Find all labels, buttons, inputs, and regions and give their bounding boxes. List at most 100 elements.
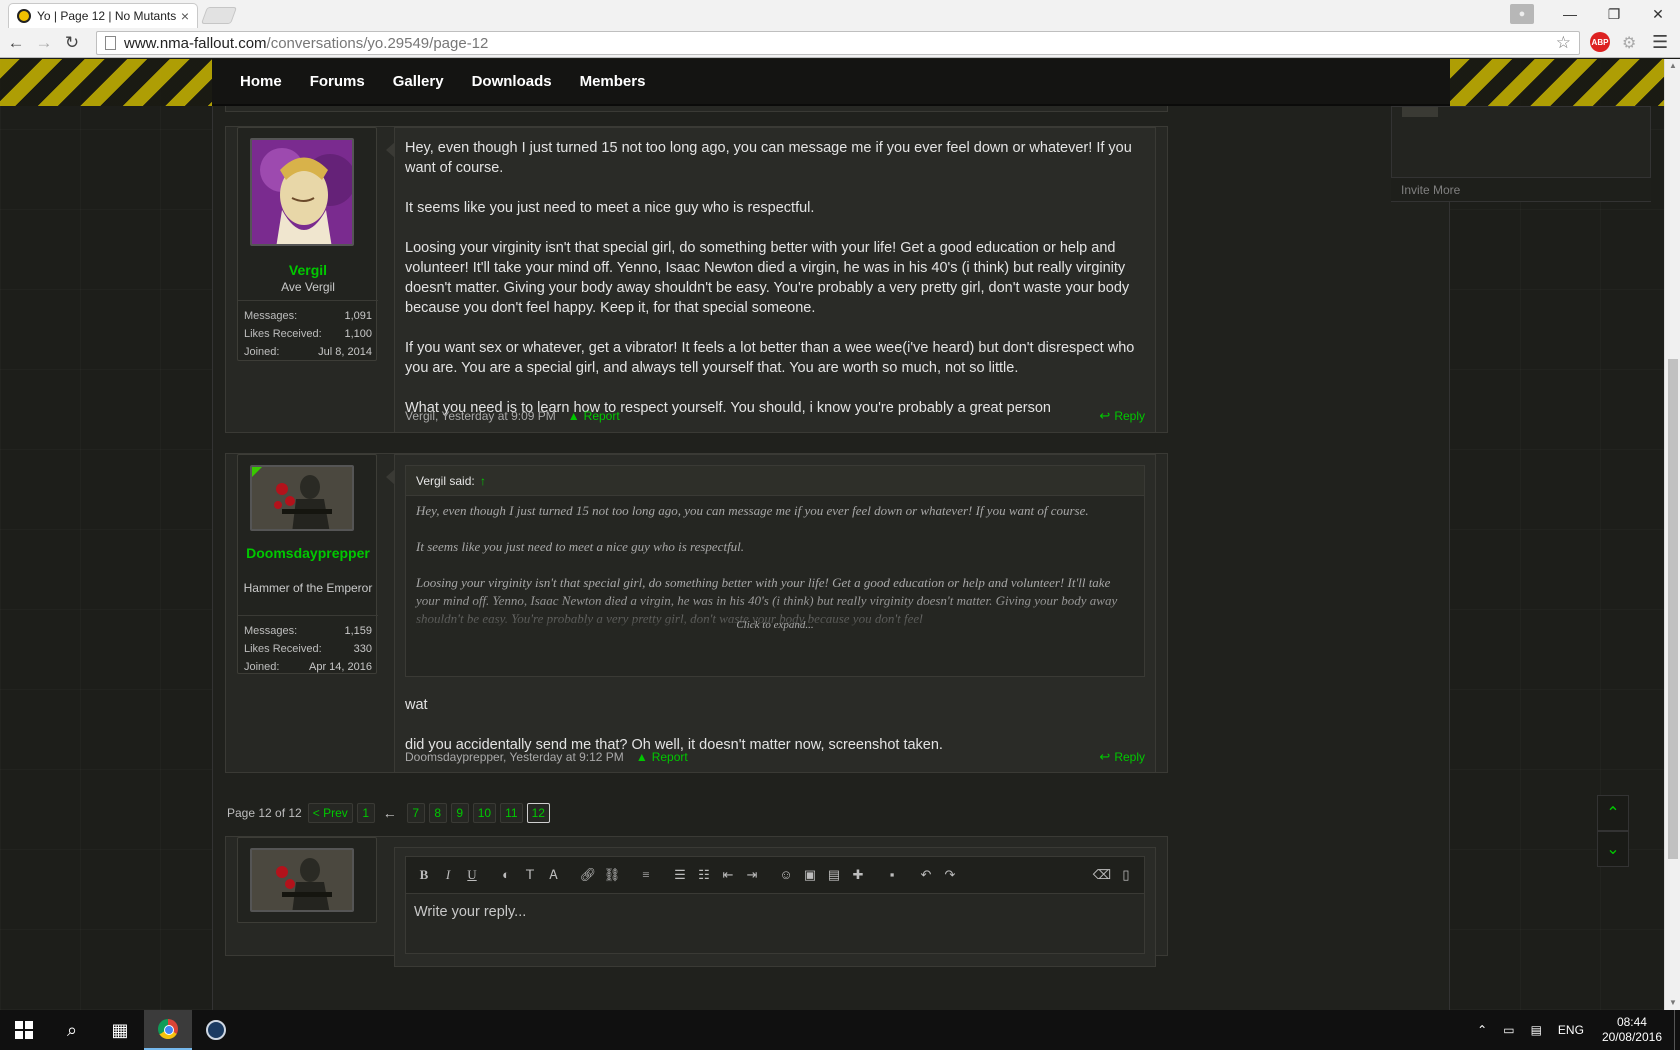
avatar[interactable]	[250, 138, 354, 246]
scroll-down-arrow-icon[interactable]: ▼	[1665, 996, 1680, 1010]
hazard-stripes-left	[0, 59, 212, 106]
media-icon[interactable]: ▤	[822, 863, 846, 887]
user-stats: Messages: 1,159 Likes Received: 330 Joined…	[238, 615, 378, 676]
browser-tab-active[interactable]: Yo | Page 12 | No Mutants ×	[8, 3, 198, 28]
message-paragraph: Loosing your virginity isn't that specia…	[405, 240, 1130, 316]
username[interactable]: Doomsdayprepper	[238, 545, 378, 562]
language-indicator[interactable]: ENG	[1558, 1023, 1584, 1037]
report-link[interactable]: ▲ Report	[636, 750, 688, 764]
nav-downloads[interactable]: Downloads	[472, 73, 552, 90]
align-icon[interactable]: ≡	[634, 863, 658, 887]
link-icon[interactable]: 🔗︎	[576, 863, 600, 887]
insert-more-icon[interactable]: ✚	[846, 863, 870, 887]
message-arrow	[386, 142, 395, 158]
font-family-icon[interactable]: Ꭺ	[542, 863, 566, 887]
tab-close-icon[interactable]: ×	[181, 8, 189, 24]
undo-icon[interactable]: ↶	[914, 863, 938, 887]
chrome-menu-icon[interactable]: ☰	[1652, 32, 1668, 53]
restore-button[interactable]: ❐	[1592, 2, 1636, 26]
file-explorer-icon[interactable]: ▦	[96, 1010, 144, 1050]
bookmark-star-icon[interactable]: ☆	[1556, 33, 1571, 53]
clock[interactable]: 08:44 20/08/2016	[1602, 1015, 1662, 1045]
post-author-time[interactable]: Vergil, Yesterday at 9:09 PM	[405, 409, 556, 423]
minimize-button[interactable]: —	[1548, 2, 1592, 26]
hazard-stripes-right	[1450, 59, 1664, 106]
page-link[interactable]: 8	[428, 803, 447, 823]
invite-more-link[interactable]: Invite More	[1391, 177, 1651, 201]
username[interactable]: Vergil	[238, 262, 378, 279]
steam-taskbar-icon[interactable]	[192, 1010, 240, 1050]
remove-formatting-icon[interactable]: ⌫	[1090, 863, 1114, 887]
bullet-list-icon[interactable]: ☰	[668, 863, 692, 887]
show-hidden-icons-icon[interactable]: ⌃	[1477, 1023, 1487, 1037]
adblock-extension-icon[interactable]: ABP	[1590, 32, 1610, 52]
page-link[interactable]: 11	[500, 803, 523, 823]
nav-home[interactable]: Home	[240, 73, 282, 90]
underline-button[interactable]: U	[460, 863, 484, 887]
chrome-taskbar-icon[interactable]	[144, 1010, 192, 1050]
search-icon[interactable]: ⌕	[48, 1010, 96, 1050]
show-desktop-button[interactable]	[1674, 1010, 1680, 1050]
avatar-vergil-image	[252, 140, 352, 244]
page-link[interactable]: 9	[450, 803, 469, 823]
font-size-icon[interactable]: ꓔ	[518, 863, 542, 887]
reply-link[interactable]: ↩ Reply	[1099, 749, 1145, 765]
browser-toolbar: ← → ↻ www.nma-fallout.com/conversations/…	[0, 28, 1680, 58]
jump-to-quote-icon[interactable]: ↑	[480, 474, 486, 488]
toolbar-group-insert: ☺ ▣ ▤ ✚	[774, 863, 870, 887]
network-icon[interactable]: ▭	[1503, 1023, 1514, 1037]
profile-icon[interactable]: ●	[1510, 4, 1534, 24]
image-icon[interactable]: ▣	[798, 863, 822, 887]
avatar-current-user-image	[252, 850, 352, 910]
scroll-to-top-button[interactable]: ⌃	[1597, 795, 1629, 831]
close-window-button[interactable]: ✕	[1636, 2, 1680, 26]
toggle-bbcode-icon[interactable]: ▯	[1114, 863, 1138, 887]
scroll-to-bottom-button[interactable]: ⌄	[1597, 831, 1629, 867]
outdent-icon[interactable]: ⇤	[716, 863, 740, 887]
reply-input[interactable]: Write your reply...	[405, 894, 1145, 954]
windows-logo-icon	[15, 1021, 33, 1039]
chrome-logo-icon	[158, 1019, 178, 1039]
scrollbar-thumb[interactable]	[1668, 359, 1678, 859]
nav-members[interactable]: Members	[580, 73, 646, 90]
extension-gear-icon[interactable]: ⚙	[1622, 33, 1636, 53]
text-color-icon[interactable]: ◐	[494, 863, 518, 887]
toolbar-group-lists: ☰ ☷ ⇤ ⇥	[668, 863, 764, 887]
quote-author: Vergil said:	[416, 474, 475, 488]
avatar[interactable]	[250, 465, 354, 531]
nav-forums[interactable]: Forums	[310, 73, 365, 90]
notifications-icon[interactable]: ▤	[1531, 1023, 1542, 1037]
report-link[interactable]: ▲ Report	[568, 409, 620, 423]
unlink-icon[interactable]: ⛓︎	[600, 863, 624, 887]
message-post: Doomsdayprepper Hammer of the Emperor Me…	[225, 453, 1168, 773]
indent-icon[interactable]: ⇥	[740, 863, 764, 887]
prev-page-button[interactable]: < Prev	[307, 803, 353, 823]
save-draft-icon[interactable]: ▪	[880, 863, 904, 887]
page-link[interactable]: 1	[356, 803, 375, 823]
sidebar-avatar[interactable]	[1402, 107, 1438, 117]
redo-icon[interactable]: ↷	[938, 863, 962, 887]
italic-button[interactable]: I	[436, 863, 460, 887]
skip-pages-arrow[interactable]: ←	[383, 805, 397, 821]
back-arrow-icon[interactable]: ←	[4, 31, 28, 55]
numbered-list-icon[interactable]: ☷	[692, 863, 716, 887]
page-link[interactable]: 10	[472, 803, 497, 823]
start-button[interactable]	[0, 1010, 48, 1050]
bold-button[interactable]: B	[412, 863, 436, 887]
click-to-expand[interactable]: Click to expand...	[406, 616, 1144, 634]
steam-logo-icon	[206, 1020, 226, 1040]
nav-gallery[interactable]: Gallery	[393, 73, 444, 90]
page-link[interactable]: 7	[406, 803, 425, 823]
stat-likes: Likes Received: 330	[244, 643, 372, 655]
forward-arrow-icon[interactable]: →	[32, 31, 56, 55]
stat-messages: Messages: 1,159	[244, 625, 372, 637]
page-scrollbar[interactable]: ▲ ▼	[1664, 59, 1680, 1010]
scroll-up-arrow-icon[interactable]: ▲	[1665, 59, 1680, 73]
new-tab-button[interactable]	[200, 7, 238, 24]
post-author-time[interactable]: Doomsdayprepper, Yesterday at 9:12 PM	[405, 750, 624, 764]
reply-link[interactable]: ↩ Reply	[1099, 408, 1145, 424]
smilie-icon[interactable]: ☺	[774, 863, 798, 887]
avatar[interactable]	[250, 848, 354, 912]
address-bar[interactable]: www.nma-fallout.com/conversations/yo.295…	[96, 31, 1580, 55]
reload-icon[interactable]: ↻	[60, 31, 84, 55]
